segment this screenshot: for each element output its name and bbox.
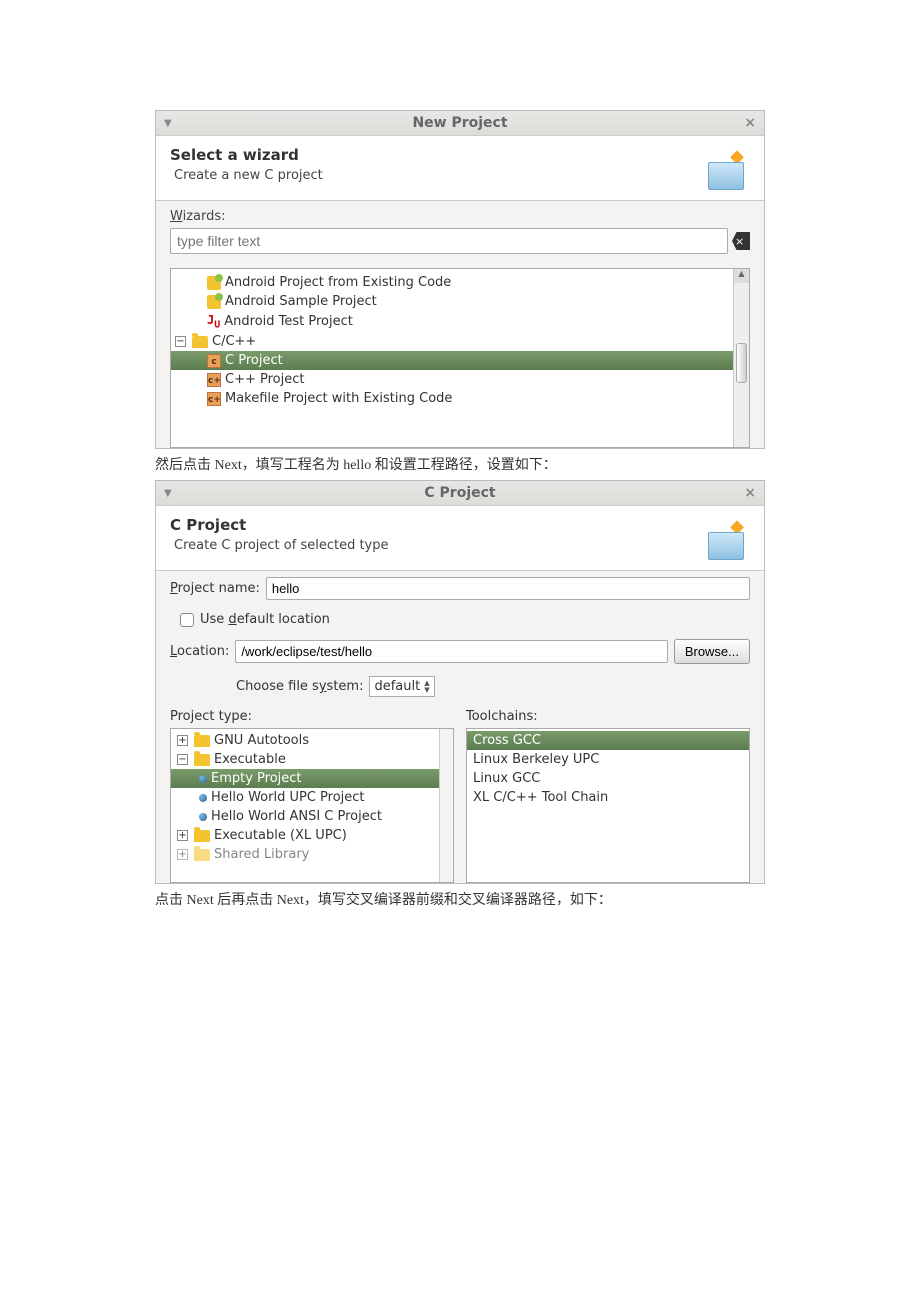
list-item-xl-toolchain[interactable]: XL C/C++ Tool Chain [467, 788, 749, 807]
android-project-icon [207, 276, 221, 290]
close-icon[interactable]: × [744, 115, 756, 131]
close-icon[interactable]: × [744, 485, 756, 501]
c-project-icon: c [207, 354, 221, 368]
wizard-banner: C Project Create C project of selected t… [156, 506, 764, 571]
wizard-banner: Select a wizard Create a new C project ◆ [156, 136, 764, 201]
choose-fs-label: Choose file system: [236, 679, 363, 694]
tree-item-c-project[interactable]: c C Project [171, 351, 733, 370]
wizard-icon: ◆ [700, 146, 750, 190]
banner-subtitle: Create C project of selected type [174, 538, 700, 553]
list-item-label: Linux Berkeley UPC [473, 752, 599, 767]
list-item-shared-library[interactable]: + Shared Library [171, 845, 439, 864]
banner-title: Select a wizard [170, 146, 700, 164]
filesystem-value: default [374, 679, 420, 694]
tree-item-label: Android Test Project [224, 314, 353, 329]
tree-item-cc-folder[interactable]: − C/C++ [171, 332, 733, 351]
new-project-dialog: ▼ New Project × Select a wizard Create a… [155, 110, 765, 449]
list-item-label: Empty Project [211, 771, 302, 786]
window-title: New Project [164, 115, 756, 131]
spinner-icon: ▲▼ [424, 680, 429, 694]
tree-item-label: Makefile Project with Existing Code [225, 391, 452, 406]
list-item-hello-upc[interactable]: Hello World UPC Project [171, 788, 439, 807]
list-item-linux-berkeley[interactable]: Linux Berkeley UPC [467, 750, 749, 769]
folder-icon [194, 849, 210, 861]
tree-item-label: C Project [225, 353, 283, 368]
scroll-thumb[interactable] [736, 343, 747, 383]
banner-subtitle: Create a new C project [174, 168, 700, 183]
project-name-label: Project name: [170, 581, 260, 596]
use-default-checkbox[interactable] [180, 613, 194, 627]
browse-button[interactable]: Browse... [674, 639, 750, 664]
location-label: Location: [170, 644, 229, 659]
scroll-up-icon[interactable]: ▲ [734, 269, 749, 283]
project-bullet-icon [199, 775, 207, 783]
list-item-label: XL C/C++ Tool Chain [473, 790, 608, 805]
list-item-cross-gcc[interactable]: Cross GCC [467, 731, 749, 750]
tree-item-cpp-project[interactable]: c+ C++ Project [171, 370, 733, 389]
tree-item-label: Android Project from Existing Code [225, 275, 451, 290]
instruction-text-1: 然后点击 Next，填写工程名为 hello 和设置工程路径，设置如下： [155, 454, 765, 474]
project-type-label: Project type: [170, 709, 454, 724]
tree-item-makefile[interactable]: c+ Makefile Project with Existing Code [171, 389, 733, 408]
list-item-label: Executable (XL UPC) [214, 828, 347, 843]
banner-title: C Project [170, 516, 700, 534]
use-default-label: Use default location [200, 612, 330, 627]
list-item-empty-project[interactable]: Empty Project [171, 769, 439, 788]
folder-icon [192, 336, 208, 348]
project-type-list: + GNU Autotools − Executable Empty Proje… [170, 728, 454, 883]
titlebar: ▼ New Project × [156, 111, 764, 136]
window-title: C Project [164, 485, 756, 501]
tree-item-android-sample[interactable]: Android Sample Project [171, 292, 733, 311]
list-item-executable[interactable]: − Executable [171, 750, 439, 769]
makefile-project-icon: c+ [207, 392, 221, 406]
clear-filter-icon[interactable]: × [732, 232, 750, 250]
scrollbar[interactable] [439, 729, 453, 882]
tree-item-label: Android Sample Project [225, 294, 377, 309]
expand-icon[interactable]: + [177, 849, 188, 860]
window-menu-icon[interactable]: ▼ [164, 488, 172, 499]
folder-icon [194, 735, 210, 747]
tree-item-android-existing[interactable]: Android Project from Existing Code [171, 273, 733, 292]
list-item-label: Hello World UPC Project [211, 790, 365, 805]
project-bullet-icon [199, 813, 207, 821]
list-item-label: Linux GCC [473, 771, 540, 786]
folder-icon [194, 754, 210, 766]
filesystem-select[interactable]: default ▲▼ [369, 676, 434, 697]
instruction-text-2: 点击 Next 后再点击 Next，填写交叉编译器前缀和交叉编译器路径，如下： [155, 889, 765, 909]
tree-item-label: C++ Project [225, 372, 304, 387]
titlebar: ▼ C Project × [156, 481, 764, 506]
tree-item-label: C/C++ [212, 334, 256, 349]
list-item-gnu-autotools[interactable]: + GNU Autotools [171, 731, 439, 750]
list-item-label: Cross GCC [473, 733, 541, 748]
collapse-icon[interactable]: − [177, 754, 188, 765]
list-item-label: Shared Library [214, 847, 309, 862]
list-item-label: Hello World ANSI C Project [211, 809, 382, 824]
list-item-hello-ansi[interactable]: Hello World ANSI C Project [171, 807, 439, 826]
toolchains-label: Toolchains: [466, 709, 750, 724]
project-bullet-icon [199, 794, 207, 802]
list-item-executable-xl[interactable]: + Executable (XL UPC) [171, 826, 439, 845]
tree-item-android-test[interactable]: JU Android Test Project [171, 311, 733, 332]
list-item-linux-gcc[interactable]: Linux GCC [467, 769, 749, 788]
scrollbar[interactable]: ▲ [733, 269, 749, 447]
location-input[interactable] [235, 640, 667, 663]
list-item-label: GNU Autotools [214, 733, 309, 748]
android-project-icon [207, 295, 221, 309]
wizards-label: Wizards: [170, 209, 750, 224]
filter-input[interactable] [170, 228, 728, 254]
expand-icon[interactable]: + [177, 830, 188, 841]
expand-icon[interactable]: + [177, 735, 188, 746]
wizard-icon: ◆ [700, 516, 750, 560]
junit-icon: JU [207, 313, 220, 330]
wizard-tree: Android Project from Existing Code Andro… [170, 268, 750, 448]
cpp-project-icon: c+ [207, 373, 221, 387]
toolchains-list: Cross GCC Linux Berkeley UPC Linux GCC X… [466, 728, 750, 883]
collapse-icon[interactable]: − [175, 336, 186, 347]
folder-icon [194, 830, 210, 842]
project-name-input[interactable] [266, 577, 750, 600]
c-project-dialog: ▼ C Project × C Project Create C project… [155, 480, 765, 884]
list-item-label: Executable [214, 752, 286, 767]
window-menu-icon[interactable]: ▼ [164, 118, 172, 129]
